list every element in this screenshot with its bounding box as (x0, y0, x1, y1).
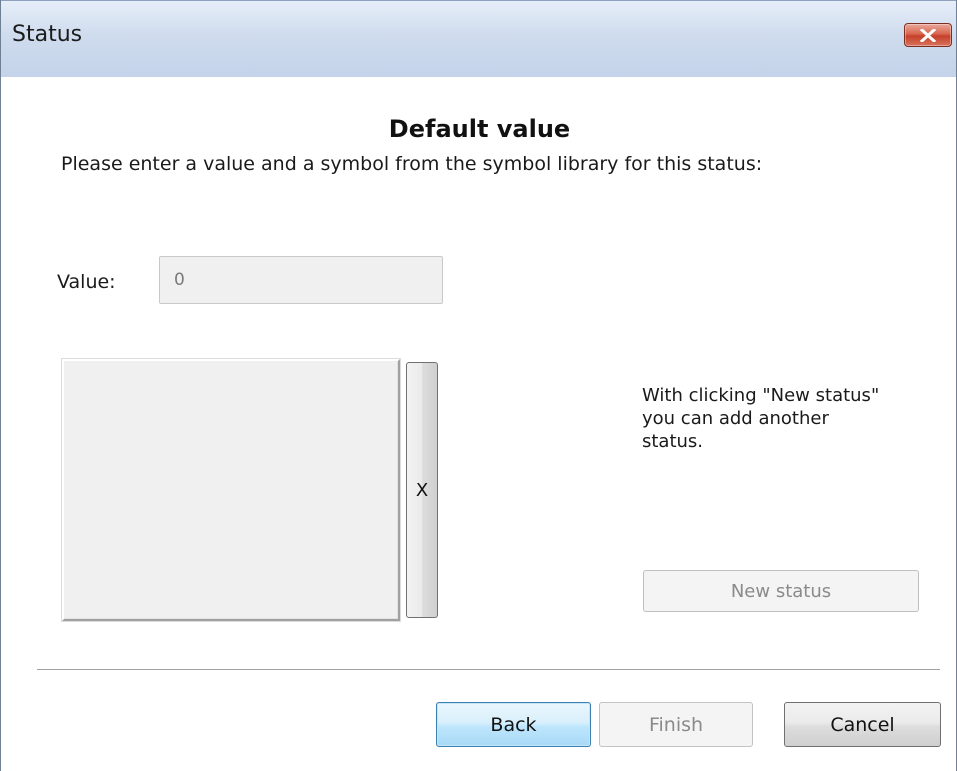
dialog-content: Default value Please enter a value and a… (1, 77, 956, 771)
page-title: Default value (388, 115, 571, 143)
new-status-hint: With clicking "New status" you can add a… (642, 384, 932, 453)
window-title: Status (12, 22, 83, 47)
symbol-preview-button[interactable] (61, 358, 401, 622)
cancel-button[interactable]: Cancel (784, 702, 941, 747)
clear-symbol-button[interactable]: X (406, 362, 438, 618)
close-icon (920, 28, 936, 42)
finish-button[interactable]: Finish (599, 702, 753, 747)
close-button[interactable] (904, 23, 952, 47)
hint-line: you can add another (642, 408, 829, 429)
instruction-text: Please enter a value and a symbol from t… (61, 153, 763, 175)
title-bar[interactable]: Status (1, 0, 956, 77)
new-status-button[interactable]: New status (643, 570, 919, 612)
value-input[interactable] (159, 256, 443, 304)
hint-line: status. (642, 431, 704, 452)
status-dialog: Status Default value Please enter a valu… (0, 0, 957, 771)
value-label: Value: (57, 271, 116, 293)
hint-line: With clicking "New status" (642, 385, 880, 406)
back-button[interactable]: Back (436, 702, 591, 747)
divider (37, 669, 940, 671)
